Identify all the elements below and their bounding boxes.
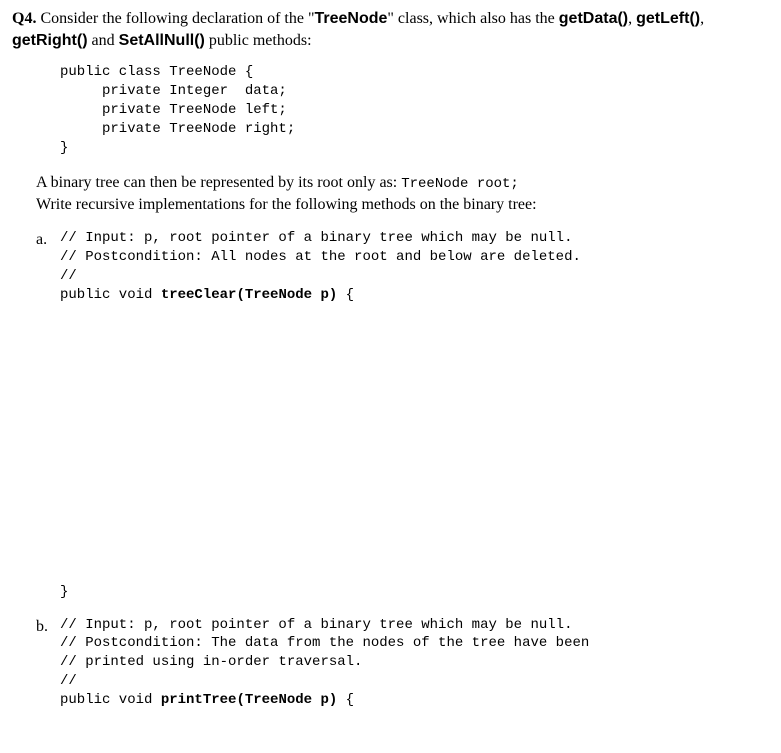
- class-name: TreeNode: [314, 10, 387, 27]
- question-label: Q4.: [12, 10, 36, 27]
- description-block: A binary tree can then be represented by…: [36, 172, 769, 215]
- method-setallnull: SetAllNull(): [119, 32, 205, 49]
- part-a: a. // Input: p, root pointer of a binary…: [36, 229, 769, 305]
- part-a-comment3: //: [60, 268, 77, 284]
- method-getleft: getLeft(): [636, 10, 700, 27]
- part-b-label: b.: [36, 616, 60, 638]
- class-code-block: public class TreeNode { private Integer …: [60, 63, 769, 157]
- question-header: Q4. Consider the following declaration o…: [12, 8, 769, 51]
- part-a-answer-space: [12, 313, 769, 583]
- part-b-sig-pre: public void: [60, 692, 161, 708]
- sep2: ,: [700, 10, 704, 27]
- part-b-comment4: //: [60, 673, 77, 689]
- part-a-comment1: // Input: p, root pointer of a binary tr…: [60, 230, 572, 246]
- part-a-label: a.: [36, 229, 60, 251]
- intro-text-1: Consider the following declaration of th…: [40, 10, 314, 27]
- sep1: ,: [628, 10, 636, 27]
- part-a-sig-post: {: [337, 287, 354, 303]
- desc-line2: Write recursive implementations for the …: [36, 196, 537, 213]
- intro-text-3: public methods:: [205, 32, 312, 49]
- part-a-close-brace: }: [60, 583, 769, 602]
- part-a-sig-bold: treeClear(TreeNode p): [161, 287, 337, 303]
- part-b-comment1: // Input: p, root pointer of a binary tr…: [60, 617, 572, 633]
- part-a-comment2: // Postcondition: All nodes at the root …: [60, 249, 581, 265]
- sep3: and: [88, 32, 119, 49]
- part-a-code: // Input: p, root pointer of a binary tr…: [60, 229, 581, 305]
- part-b-comment3: // printed using in-order traversal.: [60, 654, 362, 670]
- part-b-sig-post: {: [337, 692, 354, 708]
- part-b: b. // Input: p, root pointer of a binary…: [36, 616, 769, 710]
- part-b-comment2: // Postcondition: The data from the node…: [60, 635, 589, 651]
- desc-line1-pre: A binary tree can then be represented by…: [36, 174, 401, 191]
- desc-line1-code: TreeNode root;: [401, 176, 519, 192]
- part-b-sig-bold: printTree(TreeNode p): [161, 692, 337, 708]
- method-getdata: getData(): [559, 10, 628, 27]
- intro-text-2: " class, which also has the: [387, 10, 558, 27]
- method-getright: getRight(): [12, 32, 88, 49]
- part-a-sig-pre: public void: [60, 287, 161, 303]
- part-b-code: // Input: p, root pointer of a binary tr…: [60, 616, 589, 710]
